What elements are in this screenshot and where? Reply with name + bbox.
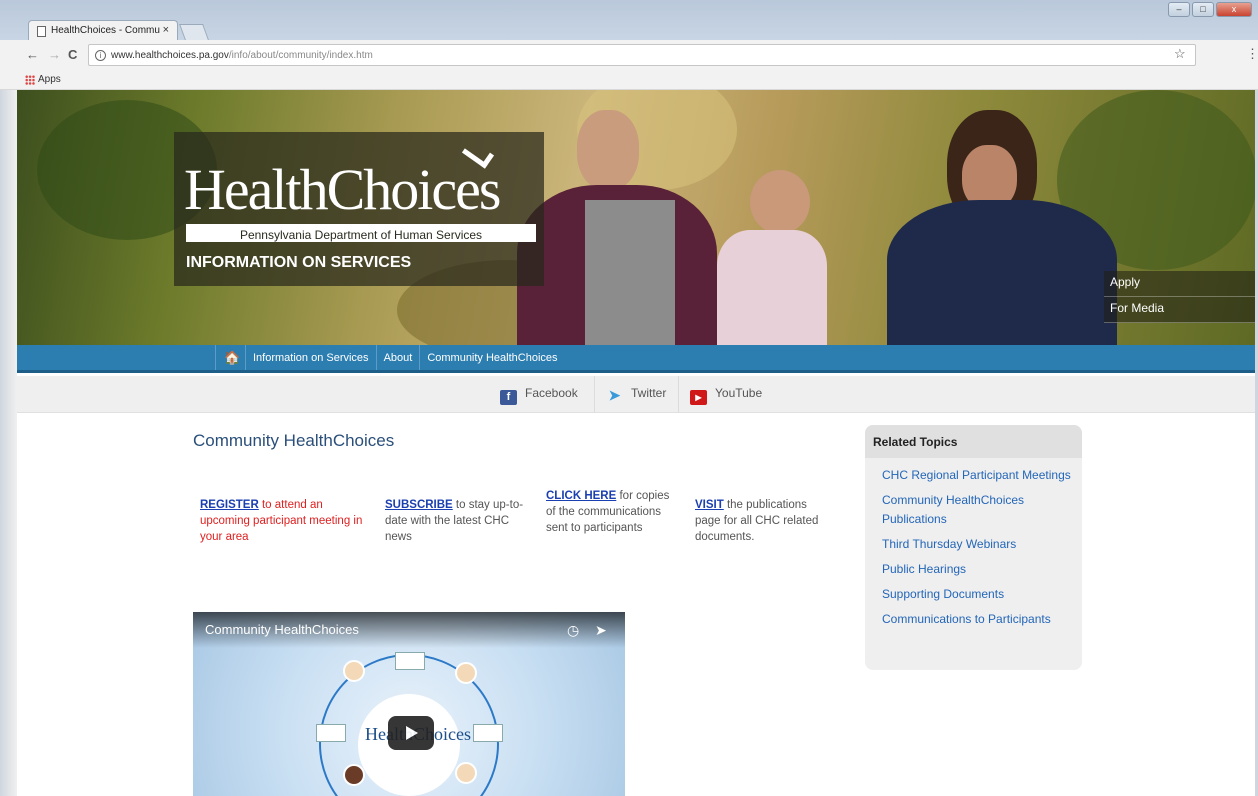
father-head	[577, 110, 639, 190]
url-domain: www.healthchoices.pa.gov	[111, 50, 229, 61]
share-icon[interactable]: ➤	[595, 622, 607, 639]
hero-side-links: Apply For Media	[1104, 271, 1255, 323]
youtube-icon: ▶	[690, 390, 707, 405]
title-bar: HealthChoices - Commu × – □ x	[0, 0, 1258, 41]
video-title[interactable]: Community HealthChoices	[205, 622, 359, 637]
person-icon	[343, 764, 365, 786]
new-tab-button[interactable]	[179, 24, 209, 40]
youtube-label: YouTube	[715, 386, 763, 400]
video-player[interactable]: HealthChoices Community HealthChoices ◷ …	[193, 612, 625, 796]
register-link[interactable]: REGISTER	[200, 499, 259, 511]
watch-later-icon[interactable]: ◷	[567, 622, 579, 639]
back-arrow-icon[interactable]: ←	[26, 47, 39, 62]
twitter-link[interactable]: ➤ Twitter	[606, 386, 667, 403]
related-link[interactable]: Public Hearings	[882, 560, 1072, 579]
twitter-label: Twitter	[631, 386, 667, 400]
logo-subtitle: Pennsylvania Department of Human Service…	[186, 224, 536, 242]
facebook-link[interactable]: f Facebook	[500, 386, 578, 405]
maximize-button[interactable]: □	[1192, 2, 1214, 17]
related-link[interactable]: Supporting Documents	[882, 585, 1072, 604]
page-icon	[37, 26, 46, 37]
youtube-link[interactable]: ▶ YouTube	[690, 386, 762, 405]
apply-link[interactable]: Apply	[1104, 271, 1255, 297]
bookmarks-bar: Apps	[0, 70, 1258, 90]
hero-banner: HealthChoices Pennsylvania Department of…	[17, 90, 1255, 345]
browser-chrome: HealthChoices - Commu × – □ x ← → C i ww…	[0, 0, 1258, 90]
for-media-link[interactable]: For Media	[1104, 297, 1255, 323]
bookmark-star-icon[interactable]: ☆	[1174, 46, 1186, 62]
related-link[interactable]: Communications to Participants	[882, 610, 1072, 629]
mother-figure	[887, 200, 1117, 345]
browser-toolbar: ← → C i www.healthchoices.pa.gov/info/ab…	[0, 40, 1258, 70]
apps-grid-icon[interactable]	[25, 75, 35, 85]
reload-icon[interactable]: C	[68, 47, 77, 62]
divider	[678, 376, 679, 413]
visit-link[interactable]: VISIT	[695, 499, 724, 511]
divider	[594, 376, 595, 413]
person-icon	[455, 762, 477, 784]
url-path: /info/about/community/index.htm	[228, 50, 373, 61]
home-icon[interactable]: 🏠	[215, 345, 245, 370]
related-link[interactable]: Community HealthChoices Publications	[882, 491, 1072, 529]
click-here-link[interactable]: CLICK HERE	[546, 490, 616, 502]
social-bar: f Facebook ➤ Twitter ▶ YouTube	[17, 376, 1255, 413]
click-here-block: CLICK HERE for copies of the communicati…	[546, 488, 682, 536]
card-icon	[395, 652, 425, 670]
tab-close-icon[interactable]: ×	[163, 24, 169, 36]
apps-bookmark[interactable]: Apps	[38, 74, 61, 85]
close-window-button[interactable]: x	[1216, 2, 1252, 17]
browser-menu-icon[interactable]: ⋮	[1246, 46, 1258, 62]
healthchoices-logo: HealthChoices	[184, 157, 501, 222]
related-link[interactable]: CHC Regional Participant Meetings	[882, 466, 1072, 485]
logo-panel: HealthChoices Pennsylvania Department of…	[174, 132, 544, 286]
forward-arrow-icon[interactable]: →	[48, 47, 61, 62]
window-controls: – □ x	[1168, 2, 1252, 17]
page-edge-shadow	[0, 90, 17, 796]
minimize-button[interactable]: –	[1168, 2, 1190, 17]
person-icon	[455, 662, 477, 684]
child-figure	[717, 230, 827, 345]
related-topics-heading: Related Topics	[865, 425, 1082, 458]
hero-section-title: INFORMATION ON SERVICES	[186, 254, 412, 271]
register-block: REGISTER to attend an upcoming participa…	[200, 497, 365, 545]
play-button[interactable]	[388, 716, 434, 750]
person-icon	[343, 660, 365, 682]
browser-tab[interactable]: HealthChoices - Commu ×	[28, 20, 178, 41]
father-shirt	[585, 200, 675, 345]
child-head	[750, 170, 810, 234]
subscribe-block: SUBSCRIBE to stay up-to-date with the la…	[385, 497, 525, 545]
nav-community-healthchoices[interactable]: Community HealthChoices	[419, 345, 564, 370]
visit-block: VISIT the publications page for all CHC …	[695, 497, 835, 545]
twitter-icon: ➤	[608, 387, 621, 403]
main-nav: 🏠 Information on Services About Communit…	[17, 345, 1255, 373]
nav-information-on-services[interactable]: Information on Services	[245, 345, 376, 370]
facebook-label: Facebook	[525, 386, 578, 400]
page-title: Community HealthChoices	[193, 431, 395, 450]
tab-title: HealthChoices - Commu	[51, 25, 160, 36]
nav-about[interactable]: About	[375, 345, 420, 370]
card-icon	[316, 724, 346, 742]
subscribe-link[interactable]: SUBSCRIBE	[385, 499, 453, 511]
info-icon[interactable]: i	[95, 50, 106, 61]
related-topics-panel: Related Topics CHC Regional Participant …	[865, 425, 1082, 670]
address-bar[interactable]: i www.healthchoices.pa.gov/info/about/co…	[88, 44, 1196, 66]
facebook-icon: f	[500, 390, 517, 405]
related-link[interactable]: Third Thursday Webinars	[882, 535, 1072, 554]
card-icon	[473, 724, 503, 742]
